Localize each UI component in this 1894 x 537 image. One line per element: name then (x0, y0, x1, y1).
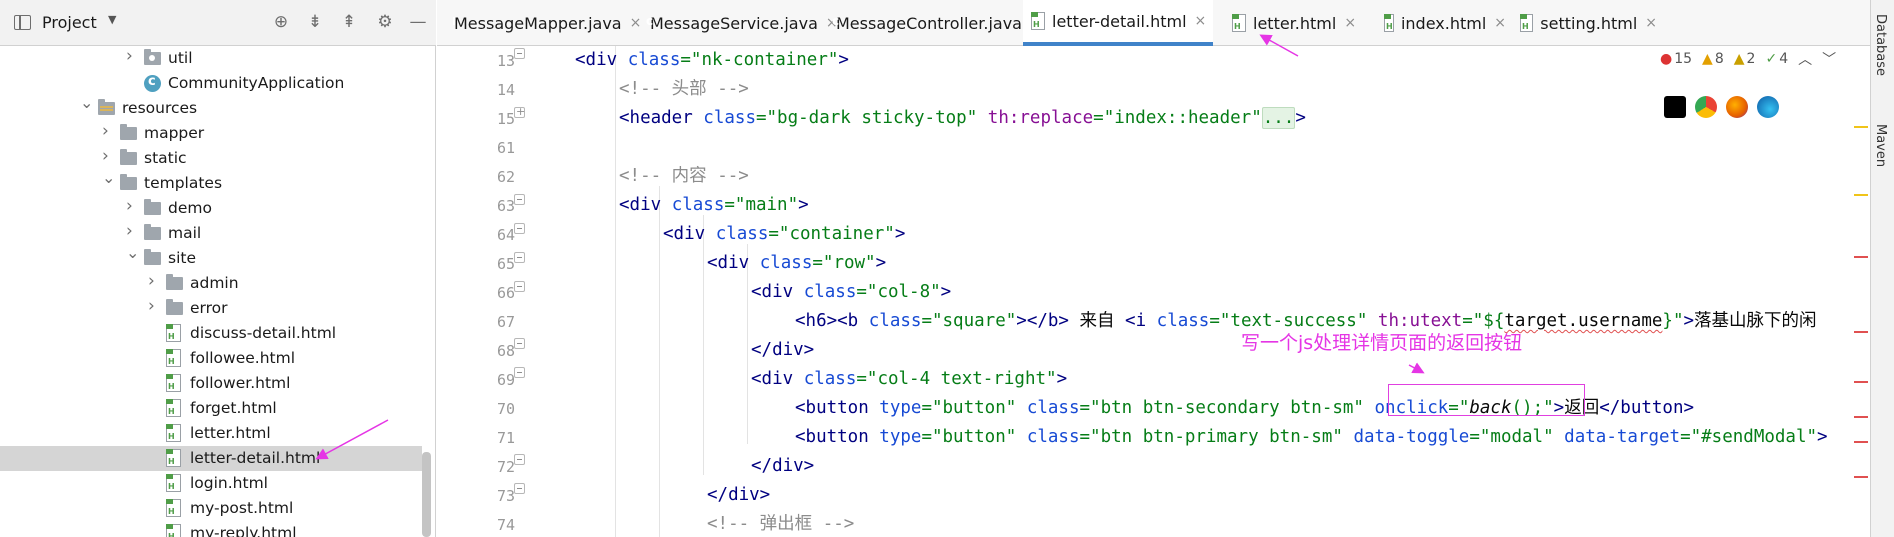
weak-warnings-count[interactable]: ▲ 2 (1734, 51, 1756, 67)
warning-marker[interactable] (1854, 194, 1868, 196)
prev-highlight-icon[interactable]: ︿ (1798, 49, 1812, 69)
error-marker[interactable] (1854, 256, 1868, 258)
warnings-count[interactable]: ▲ 8 (1702, 51, 1724, 67)
error-stripe[interactable] (1852, 46, 1870, 537)
errors-count[interactable]: ● 15 (1660, 51, 1692, 67)
edge-icon[interactable] (1757, 96, 1779, 118)
maven-tool-button[interactable]: Maven (1873, 124, 1888, 167)
browser-preview-bar (1664, 96, 1779, 120)
firefox-icon[interactable] (1726, 96, 1748, 118)
error-marker[interactable] (1854, 476, 1868, 478)
check-icon: ✓ (1765, 51, 1778, 67)
arrow-to-tree-file (315, 419, 389, 460)
error-icon: ● (1660, 51, 1673, 67)
arrow-to-active-tab (1259, 34, 1299, 57)
warning-icon: ▲ (1702, 51, 1713, 67)
error-marker[interactable] (1854, 381, 1868, 383)
error-marker[interactable] (1854, 416, 1868, 418)
annotation-arrows (315, 34, 1425, 460)
typos-count[interactable]: ✓ 4 (1765, 51, 1788, 67)
warning-marker[interactable] (1854, 126, 1868, 128)
weak-warning-icon: ▲ (1733, 51, 1745, 67)
chrome-icon[interactable] (1695, 96, 1717, 118)
intellij-browser-icon[interactable] (1664, 96, 1686, 118)
error-marker[interactable] (1854, 331, 1868, 333)
arrow-to-onclick (1408, 362, 1425, 374)
next-highlight-icon[interactable]: ﹀ (1822, 49, 1836, 69)
error-marker[interactable] (1854, 441, 1868, 443)
inspection-widget[interactable]: ● 15 ▲ 8 ▲ 2 ✓ 4 ︿ ﹀ (1660, 48, 1846, 70)
database-tool-button[interactable]: Database (1873, 14, 1888, 76)
right-tool-strip: Database Maven (1870, 0, 1894, 537)
